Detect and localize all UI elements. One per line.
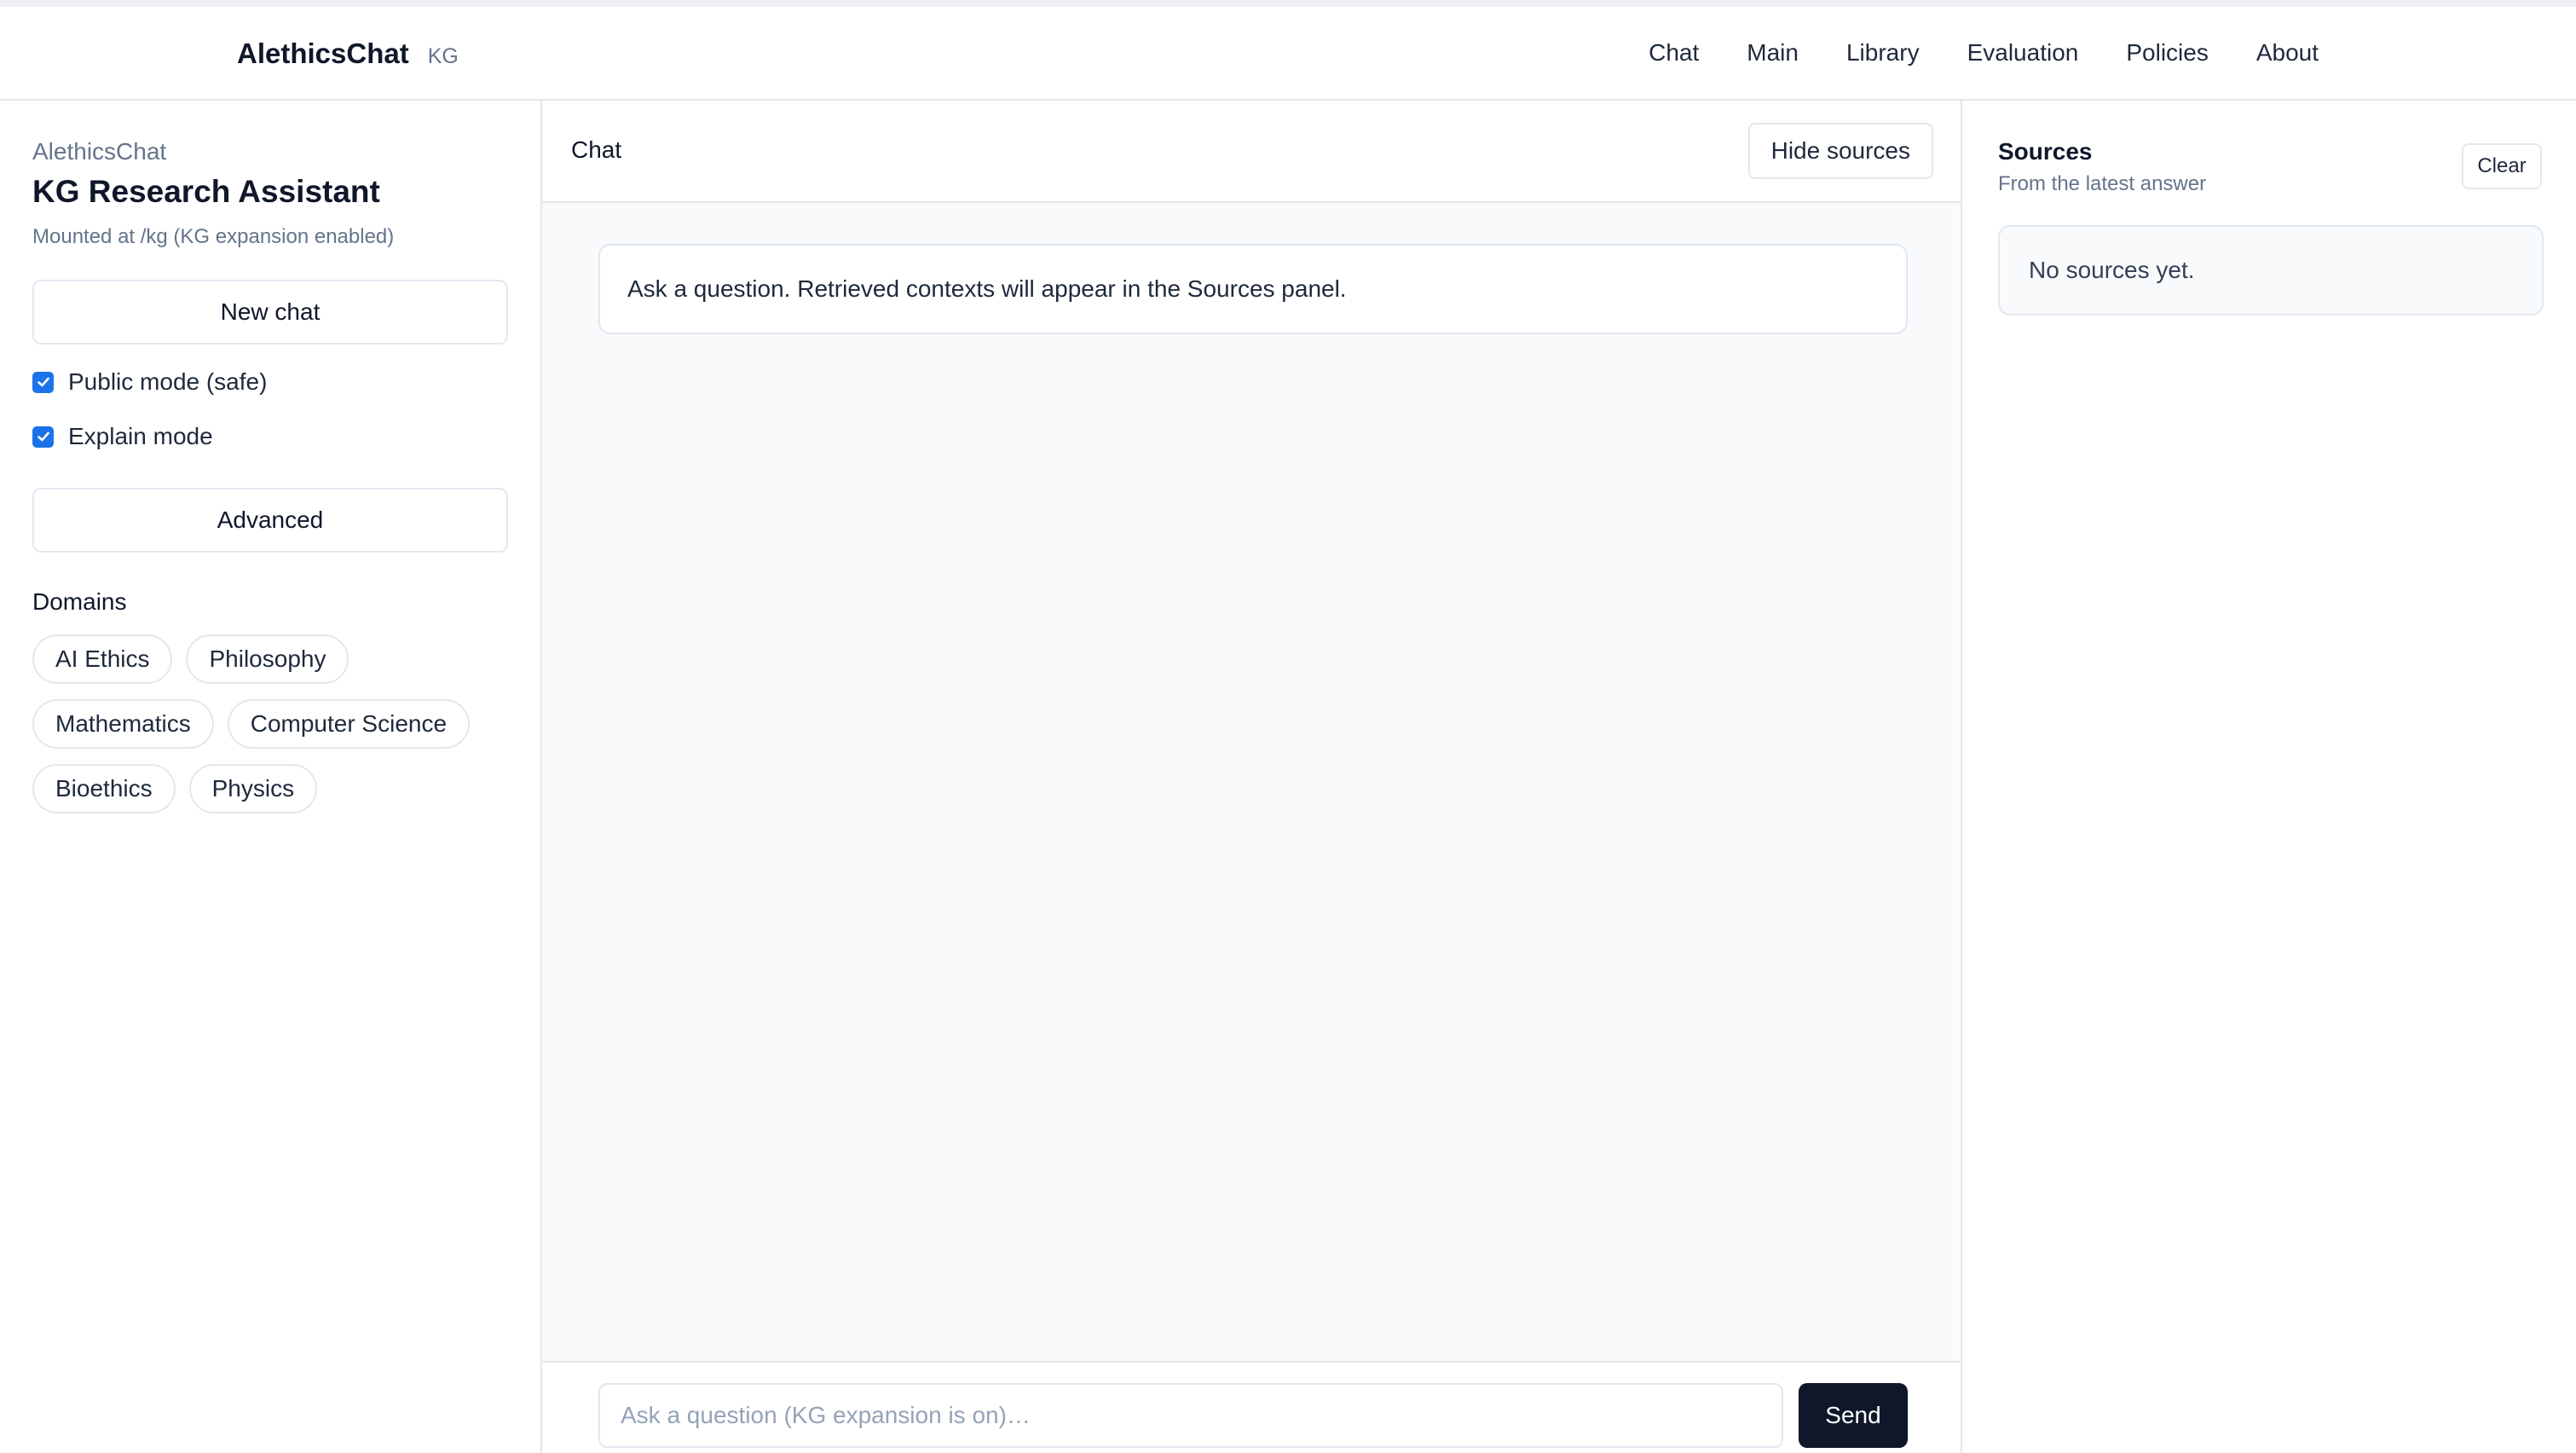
sidebar-app-name: AlethicsChat bbox=[32, 138, 167, 165]
nav-item-about[interactable]: About bbox=[2256, 39, 2319, 67]
domain-chip-bioethics[interactable]: Bioethics bbox=[32, 764, 176, 813]
public-mode-toggle[interactable]: Public mode (safe) bbox=[32, 368, 267, 396]
domain-chip-computer-science[interactable]: Computer Science bbox=[227, 699, 471, 749]
domain-chip-mathematics[interactable]: Mathematics bbox=[32, 699, 214, 749]
checkmark-icon bbox=[37, 377, 49, 387]
nav-item-evaluation[interactable]: Evaluation bbox=[1967, 39, 2079, 67]
sidebar-title: KG Research Assistant bbox=[32, 174, 380, 209]
advanced-button[interactable]: Advanced bbox=[32, 488, 508, 553]
nav-item-library[interactable]: Library bbox=[1846, 39, 1920, 67]
explain-mode-checkbox[interactable] bbox=[32, 425, 54, 448]
intro-message: Ask a question. Retrieved contexts will … bbox=[598, 244, 1908, 334]
sources-panel: Sources From the latest answer No source… bbox=[1962, 101, 2576, 1453]
sources-subtitle: From the latest answer bbox=[1998, 172, 2207, 195]
brand-tag: KG bbox=[427, 44, 459, 68]
chat-title: Chat bbox=[571, 136, 622, 163]
explain-mode-toggle[interactable]: Explain mode bbox=[32, 423, 213, 450]
top-header: AlethicsChat KG Chat Main Library Evalua… bbox=[0, 7, 2576, 101]
sources-title: Sources bbox=[1998, 138, 2093, 165]
window-top-strip bbox=[0, 0, 2576, 7]
nav-item-chat[interactable]: Chat bbox=[1649, 39, 1699, 67]
new-chat-button[interactable]: New chat bbox=[32, 280, 508, 344]
domain-chip-ai-ethics[interactable]: AI Ethics bbox=[32, 634, 173, 684]
sidebar: AlethicsChat KG Research Assistant Mount… bbox=[0, 101, 542, 1453]
domains-heading: Domains bbox=[32, 588, 127, 615]
sidebar-subtitle: Mounted at /kg (KG expansion enabled) bbox=[32, 225, 395, 248]
brand-name: AlethicsChat bbox=[237, 38, 409, 69]
chat-panel: Chat Hide sources Ask a question. Retrie… bbox=[542, 101, 1962, 1453]
domain-chip-physics[interactable]: Physics bbox=[188, 764, 318, 813]
checkmark-icon bbox=[37, 431, 49, 442]
chat-composer: Send bbox=[542, 1361, 1961, 1453]
domain-chip-philosophy[interactable]: Philosophy bbox=[186, 634, 349, 684]
sources-empty-state: No sources yet. bbox=[1998, 225, 2544, 315]
brand[interactable]: AlethicsChat KG bbox=[237, 38, 459, 70]
domain-chips: AI Ethics Philosophy Mathematics Compute… bbox=[32, 634, 510, 813]
nav-item-main[interactable]: Main bbox=[1747, 39, 1799, 67]
send-button[interactable]: Send bbox=[1799, 1383, 1908, 1448]
public-mode-checkbox[interactable] bbox=[32, 371, 54, 393]
clear-sources-button[interactable]: Clear bbox=[2462, 143, 2542, 189]
main-nav: Chat Main Library Evaluation Policies Ab… bbox=[1649, 39, 2319, 67]
chat-input[interactable] bbox=[598, 1383, 1783, 1448]
chat-header: Chat Hide sources bbox=[542, 101, 1961, 203]
public-mode-label: Public mode (safe) bbox=[68, 368, 268, 395]
explain-mode-label: Explain mode bbox=[68, 423, 213, 449]
hide-sources-button[interactable]: Hide sources bbox=[1747, 123, 1933, 179]
nav-item-policies[interactable]: Policies bbox=[2126, 39, 2208, 67]
